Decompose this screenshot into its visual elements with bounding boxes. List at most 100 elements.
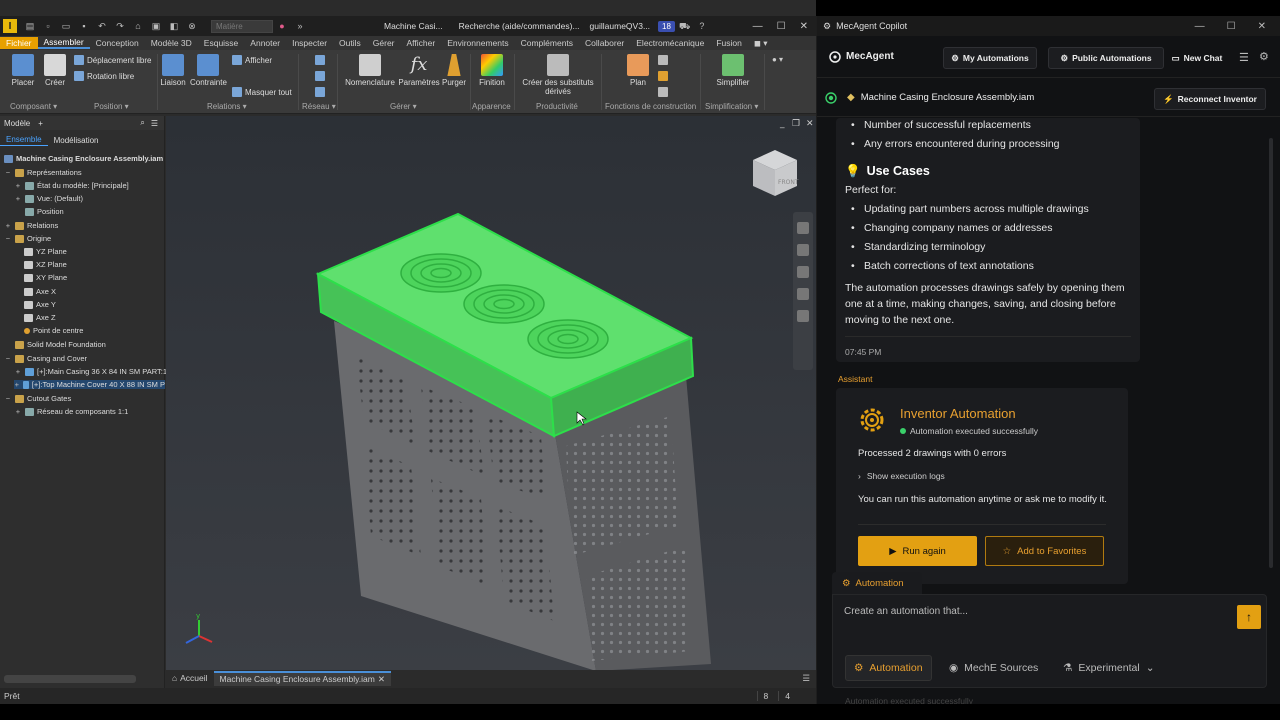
tab-ensemble[interactable]: Ensemble: [0, 134, 48, 146]
tree-vue[interactable]: + Vue: (Default): [14, 194, 83, 203]
chat-input[interactable]: Create an automation that... ↑ ⚙ Automati…: [832, 594, 1267, 688]
show-logs-toggle[interactable]: › Show execution logs: [858, 471, 945, 481]
substituts-button[interactable]: Créer des substituts dérivés: [520, 54, 596, 96]
ribbon-addin-button[interactable]: ● ▾: [772, 55, 783, 64]
tab-modelisation[interactable]: Modélisation: [48, 135, 105, 146]
user-account[interactable]: guillaumeQV3...: [590, 21, 650, 31]
expand-icon[interactable]: +: [14, 407, 22, 416]
tree-cutout[interactable]: − Cutout Gates: [4, 394, 71, 403]
masquer-tout-button[interactable]: Masquer tout: [232, 87, 292, 97]
tree-position[interactable]: Position: [14, 207, 64, 216]
minimize-icon[interactable]: —: [753, 21, 763, 32]
tree-casing[interactable]: − Casing and Cover: [4, 354, 87, 363]
tree-reseau[interactable]: + Réseau de composants 1:1: [14, 407, 129, 416]
pan-icon[interactable]: [797, 244, 809, 256]
chat-area[interactable]: Number of successful replacements Any er…: [817, 118, 1280, 586]
group-reseau[interactable]: Réseau ▾: [302, 102, 336, 111]
appearance-icon[interactable]: ●: [277, 21, 287, 31]
tab-outils[interactable]: Outils: [333, 38, 367, 48]
mode-meche-sources[interactable]: ◉ MechE Sources: [941, 655, 1046, 681]
collapse-icon[interactable]: −: [4, 234, 12, 243]
send-button[interactable]: ↑: [1237, 605, 1261, 629]
tree-yz-plane[interactable]: YZ Plane: [24, 247, 67, 256]
mode-experimental[interactable]: ⚗ Experimental ⌄: [1055, 655, 1163, 681]
maximize-icon[interactable]: ☐: [1227, 21, 1236, 32]
more-icon[interactable]: »: [295, 21, 305, 31]
chat-scrollbar[interactable]: [1269, 138, 1273, 568]
creer-button[interactable]: Créer: [40, 54, 70, 87]
settings-icon[interactable]: ⚙: [1259, 50, 1269, 63]
chat-input-placeholder[interactable]: Create an automation that...: [844, 606, 968, 617]
placer-button[interactable]: Placer: [8, 54, 38, 87]
tree-axe-x[interactable]: Axe X: [24, 287, 56, 296]
my-automations-button[interactable]: ⚙ My Automations: [943, 47, 1037, 69]
home-icon[interactable]: ⌂: [133, 21, 143, 31]
tabs-menu-icon[interactable]: ☰: [802, 673, 810, 684]
notification-badge[interactable]: 18: [658, 20, 675, 32]
group-gerer[interactable]: Gérer ▾: [390, 102, 417, 111]
tab-document[interactable]: Machine Casing Enclosure Assembly.iam ✕: [213, 670, 391, 686]
purger-button[interactable]: Purger: [440, 54, 468, 87]
tree-solid[interactable]: Solid Model Foundation: [4, 340, 106, 349]
open-icon[interactable]: ▭: [61, 21, 71, 31]
tab-accueil[interactable]: ⌂ Accueil: [166, 672, 214, 684]
tree-axe-z[interactable]: Axe Z: [24, 313, 56, 322]
3d-viewport[interactable]: y _ ❐ ✕: [166, 116, 816, 670]
tree-centre[interactable]: Point de centre: [24, 326, 83, 335]
automation-mode-tab[interactable]: ⚙ Automation: [832, 572, 922, 594]
minimize-icon[interactable]: —: [1195, 21, 1205, 32]
point-button[interactable]: [658, 71, 668, 81]
group-composant[interactable]: Composant ▾: [10, 102, 57, 111]
mode-automation[interactable]: ⚙ Automation: [845, 655, 932, 681]
add-browser-icon[interactable]: +: [38, 119, 43, 128]
menu-icon[interactable]: ☰: [1239, 51, 1249, 64]
mirror-button[interactable]: [315, 71, 325, 81]
zoom-icon[interactable]: [797, 266, 809, 278]
tab-environnements[interactable]: Environnements: [441, 38, 514, 48]
close-doc-icon[interactable]: ⊗: [187, 21, 197, 31]
tree-axe-y[interactable]: Axe Y: [24, 300, 56, 309]
tab-electromecanique[interactable]: Electromécanique: [630, 38, 710, 48]
save-icon[interactable]: ▪: [79, 21, 89, 31]
tab-collaborer[interactable]: Collaborer: [579, 38, 630, 48]
public-automations-button[interactable]: ⚙ Public Automations: [1048, 47, 1164, 69]
collapse-icon[interactable]: −: [4, 354, 12, 363]
collapse-icon[interactable]: −: [4, 394, 12, 403]
rotation-libre-button[interactable]: Rotation libre: [74, 71, 134, 81]
tab-gerer[interactable]: Gérer: [367, 38, 401, 48]
group-relations[interactable]: Relations ▾: [207, 102, 247, 111]
inventor-logo-icon[interactable]: I: [3, 19, 17, 33]
tab-esquisse[interactable]: Esquisse: [198, 38, 245, 48]
fan-grille-1[interactable]: [400, 253, 482, 293]
tab-annoter[interactable]: Annoter: [244, 38, 286, 48]
nomenclature-button[interactable]: Nomenclature: [342, 54, 398, 87]
tab-conception[interactable]: Conception: [90, 38, 145, 48]
ucs-button[interactable]: [658, 87, 668, 97]
maximize-icon[interactable]: ☐: [777, 21, 786, 32]
browser-title[interactable]: Modèle: [4, 119, 30, 128]
fan-grille-2[interactable]: [463, 284, 545, 324]
tree-main-casing[interactable]: + [+]:Main Casing 36 X 84 IN SM PART:1: [14, 367, 167, 376]
help-icon[interactable]: ?: [697, 21, 707, 31]
reconnect-inventor-button[interactable]: ⚡ Reconnect Inventor: [1154, 88, 1266, 110]
expand-icon[interactable]: +: [14, 194, 22, 203]
parametres-button[interactable]: fx Paramètres: [398, 54, 440, 87]
tab-complements[interactable]: Compléments: [515, 38, 579, 48]
pattern-button[interactable]: [315, 55, 325, 65]
run-again-button[interactable]: ▶ Run again: [858, 536, 977, 566]
copy-button[interactable]: [315, 87, 325, 97]
tree-relations[interactable]: + Relations: [4, 221, 58, 230]
tree-representations[interactable]: − Représentations: [4, 168, 82, 177]
tree-root[interactable]: Machine Casing Enclosure Assembly.iam: [4, 154, 163, 163]
contrainte-button[interactable]: Contrainte: [190, 54, 227, 87]
menu-icon[interactable]: ▤: [25, 21, 35, 31]
close-icon[interactable]: ✕: [1258, 21, 1266, 32]
material-select[interactable]: Matière: [211, 19, 273, 33]
group-position[interactable]: Position ▾: [94, 102, 129, 111]
undo-icon[interactable]: ↶: [97, 21, 107, 31]
tab-afficher[interactable]: Afficher: [401, 38, 442, 48]
tab-inspecter[interactable]: Inspecter: [286, 38, 333, 48]
steering-wheel-icon[interactable]: [797, 222, 809, 234]
plan-button[interactable]: Plan: [624, 54, 652, 87]
expand-icon[interactable]: +: [4, 221, 12, 230]
